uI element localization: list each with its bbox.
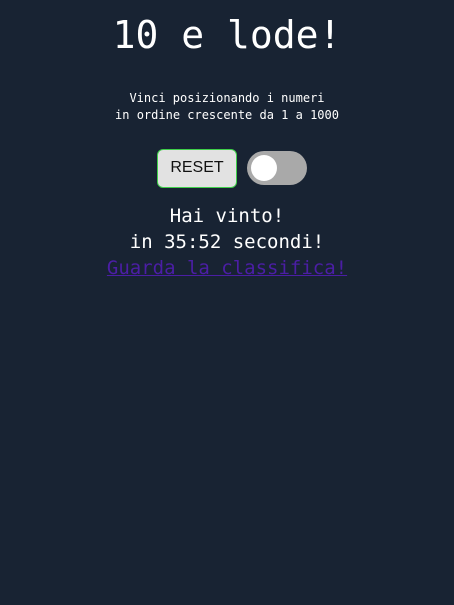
elapsed-time-line: in 35:52 secondi! <box>0 229 454 255</box>
toggle-knob <box>251 155 277 181</box>
win-message: Hai vinto! <box>169 205 285 227</box>
reset-button[interactable]: RESET <box>157 148 237 188</box>
result-message: Hai vinto! in 35:52 secondi! Guarda la c… <box>0 203 454 281</box>
leaderboard-link[interactable]: Guarda la classifica! <box>107 255 347 281</box>
instructions-line-2: in ordine crescente da 1 a 1000 <box>115 108 339 122</box>
time-prefix: in <box>129 231 165 253</box>
page-title: 10 e lode! <box>112 13 342 57</box>
instructions: Vinci posizionando i numeri in ordine cr… <box>0 90 454 124</box>
instructions-line-1: Vinci posizionando i numeri <box>129 91 325 105</box>
mode-toggle-switch[interactable] <box>247 151 307 185</box>
controls-bar: RESET <box>157 148 307 188</box>
elapsed-time-value: 35:52 <box>164 231 222 253</box>
time-suffix: secondi! <box>221 231 325 253</box>
